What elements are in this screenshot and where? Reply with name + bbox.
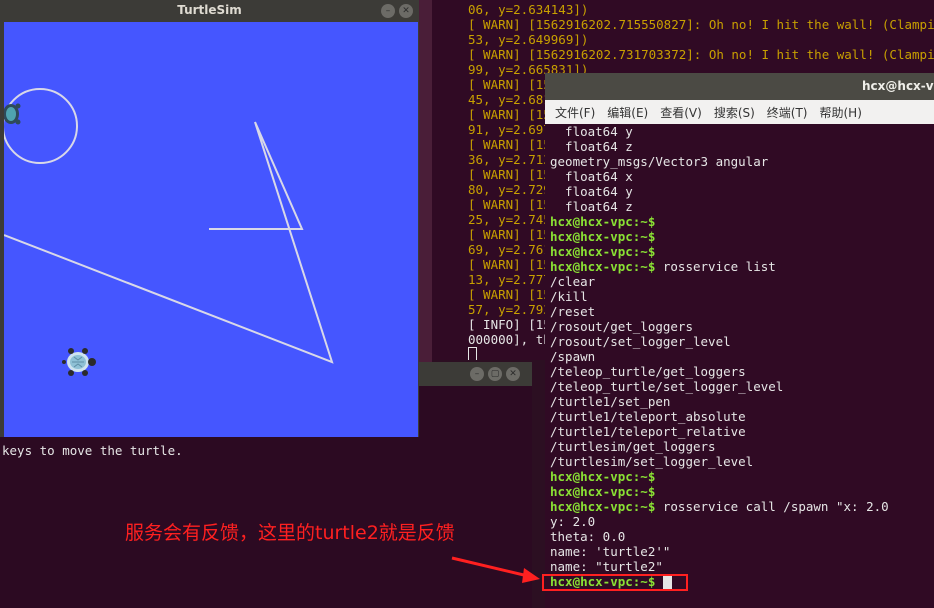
terminal-line: hcx@hcx-vpc:~$ rosservice call /spawn "x…: [550, 499, 889, 514]
terminal-text: /rosout/set_logger_level: [550, 334, 731, 349]
terminal-line: hcx@hcx-vpc:~$: [550, 229, 889, 244]
terminal-line: [ WARN] [1562916202.731703372]: Oh no! I…: [468, 47, 934, 62]
terminal-text: float64 x: [550, 169, 633, 184]
terminal-text: name: 'turtle2'": [550, 544, 671, 559]
circle-trail: [2, 88, 78, 164]
menu-item[interactable]: 终端(T): [767, 104, 808, 121]
menu-item[interactable]: 编辑(E): [607, 104, 648, 121]
terminal-text: /kill: [550, 289, 588, 304]
terminal-text: /turtle1/teleport_absolute: [550, 409, 746, 424]
shell-prompt: hcx@hcx-vpc:~$: [550, 469, 656, 484]
menu-item[interactable]: 查看(V): [660, 104, 702, 121]
terminal-line: name: "turtle2": [550, 559, 889, 574]
terminal-line: float64 z: [550, 139, 889, 154]
terminal-line: hcx@hcx-vpc:~$ rosservice list: [550, 259, 889, 274]
minimize-icon[interactable]: –: [470, 367, 484, 381]
menu-item[interactable]: 搜索(S): [714, 104, 755, 121]
main-terminal-window[interactable]: hcx@hcx-vpc 文件(F) 编辑(E) 查看(V) 搜索(S) 终端(T) 帮助(…: [545, 73, 934, 608]
main-terminal-title: hcx@hcx-vpc: [862, 79, 934, 93]
terminal-line: /rosout/set_logger_level: [550, 334, 889, 349]
terminal-text: float64 z: [550, 199, 633, 214]
desktop-background: [419, 0, 432, 370]
terminal-text: float64 y: [550, 184, 633, 199]
terminal-line: /rosout/get_loggers: [550, 319, 889, 334]
terminal-text: /teleop_turtle/get_loggers: [550, 364, 746, 379]
shell-prompt: hcx@hcx-vpc:~$: [550, 259, 656, 274]
terminal-line: float64 z: [550, 199, 889, 214]
terminal-text: /clear: [550, 274, 596, 289]
shell-prompt: hcx@hcx-vpc:~$: [550, 229, 656, 244]
arrow-icon: [451, 556, 540, 583]
turtle-trails: [2, 88, 334, 376]
terminal-line: float64 y: [550, 124, 889, 139]
turtlesim-window[interactable]: TurtleSim – ✕: [0, 0, 419, 437]
terminal-line: /turtle1/teleport_relative: [550, 424, 889, 439]
terminal-line: /reset: [550, 304, 889, 319]
terminal-line: /turtle1/set_pen: [550, 394, 889, 409]
terminal-text: /turtle1/set_pen: [550, 394, 671, 409]
turtlesim-canvas: [2, 22, 418, 437]
terminal-line: hcx@hcx-vpc:~$: [550, 214, 889, 229]
terminal-text: geometry_msgs/Vector3 angular: [550, 154, 769, 169]
turtle1-icon: [3, 103, 21, 125]
terminal-line: /turtlesim/get_loggers: [550, 439, 889, 454]
terminal-line: theta: 0.0: [550, 529, 889, 544]
terminal-line: 53, y=2.649969]): [468, 32, 589, 47]
shell-prompt: hcx@hcx-vpc:~$: [550, 499, 656, 514]
maximize-icon[interactable]: ▢: [488, 367, 502, 381]
terminal-text: theta: 0.0: [550, 529, 626, 544]
terminal-line: /teleop_turtle/get_loggers: [550, 364, 889, 379]
close-icon[interactable]: ✕: [399, 4, 413, 18]
menu-item[interactable]: 文件(F): [555, 104, 595, 121]
window-title: TurtleSim: [177, 3, 242, 17]
turtle2-icon: [62, 348, 96, 376]
terminal-line: /kill: [550, 289, 889, 304]
terminal-cursor: [468, 347, 477, 360]
terminal-text: /teleop_turtle/set_logger_level: [550, 379, 784, 394]
terminal-text: name: "turtle2": [550, 559, 663, 574]
terminal-line: keys to move the turtle.: [2, 443, 183, 458]
terminal-text: float64 y: [550, 124, 633, 139]
terminal-line: y: 2.0: [550, 514, 889, 529]
terminal-text: /turtle1/teleport_relative: [550, 424, 746, 439]
line-trail: [3, 121, 334, 364]
terminal-line: /spawn: [550, 349, 889, 364]
terminal-line: hcx@hcx-vpc:~$: [550, 469, 889, 484]
terminal-line: float64 y: [550, 184, 889, 199]
terminal-text: /turtlesim/set_logger_level: [550, 454, 754, 469]
terminal-line: /teleop_turtle/set_logger_level: [550, 379, 889, 394]
main-terminal-output[interactable]: float64 y float64 z geometry_msgs/Vector3…: [550, 124, 889, 589]
terminal-line: [ WARN] [1562916202.715550827]: Oh no! I…: [468, 17, 934, 32]
terminal-line: hcx@hcx-vpc:~$: [550, 244, 889, 259]
terminal-text: float64 z: [550, 139, 633, 154]
terminal-line: /turtlesim/set_logger_level: [550, 454, 889, 469]
terminal-line: /clear: [550, 274, 889, 289]
terminal-line: hcx@hcx-vpc:~$: [550, 484, 889, 499]
terminal-line: /turtle1/teleport_absolute: [550, 409, 889, 424]
terminal-line: geometry_msgs/Vector3 angular: [550, 154, 889, 169]
main-terminal-titlebar[interactable]: hcx@hcx-vpc: [545, 73, 934, 100]
turtlesim-titlebar[interactable]: TurtleSim – ✕: [0, 0, 419, 22]
minimize-icon[interactable]: –: [381, 4, 395, 18]
terminal-text: rosservice list: [655, 259, 776, 274]
terminal-text: /reset: [550, 304, 596, 319]
terminal-line: float64 x: [550, 169, 889, 184]
annotation-text: 服务会有反馈，这里的turtle2就是反馈: [125, 522, 455, 544]
close-icon[interactable]: ✕: [506, 367, 520, 381]
shell-prompt: hcx@hcx-vpc:~$: [550, 484, 656, 499]
menu-item[interactable]: 帮助(H): [820, 104, 862, 121]
shell-prompt: hcx@hcx-vpc:~$: [550, 214, 656, 229]
highlight-box: [542, 574, 688, 591]
terminal-text: /turtlesim/get_loggers: [550, 439, 716, 454]
terminal-line: name: 'turtle2'": [550, 544, 889, 559]
terminal-text: /spawn: [550, 349, 596, 364]
terminal-line: 06, y=2.634143]): [468, 2, 589, 17]
terminal-text: /rosout/get_loggers: [550, 319, 693, 334]
terminal-menubar: 文件(F) 编辑(E) 查看(V) 搜索(S) 终端(T) 帮助(H): [545, 100, 934, 124]
shell-prompt: hcx@hcx-vpc:~$: [550, 244, 656, 259]
terminal-text: y: 2.0: [550, 514, 596, 529]
terminal-text: rosservice call /spawn "x: 2.0: [655, 499, 889, 514]
